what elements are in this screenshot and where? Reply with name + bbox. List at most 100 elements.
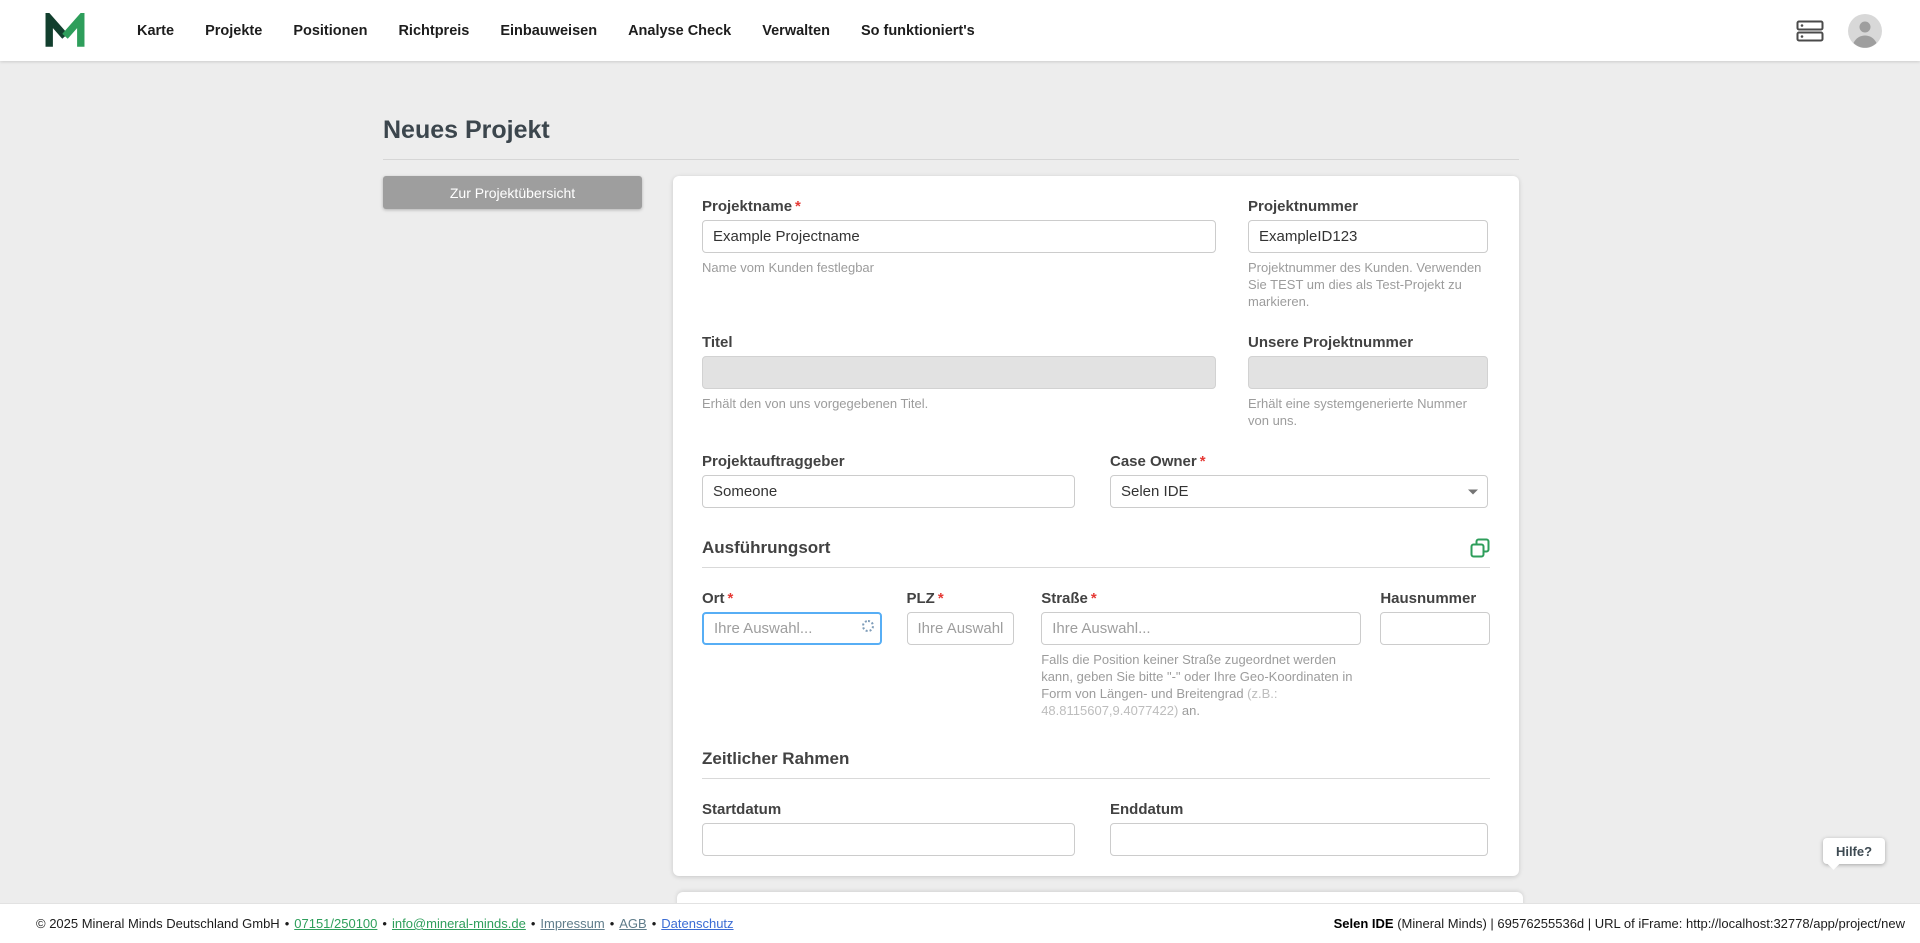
required-asterisk: * <box>937 590 944 607</box>
projektname-label: Projektname * <box>702 198 1216 215</box>
section-zeitlicher-rahmen-title: Zeitlicher Rahmen <box>702 749 850 768</box>
top-navbar: Karte Projekte Positionen Richtpreis Ein… <box>0 0 1920 61</box>
projektauftraggeber-label: Projektauftraggeber <box>702 453 845 470</box>
separator: • <box>530 916 536 931</box>
help-button[interactable]: Hilfe? <box>1823 838 1885 864</box>
section-ausfuehrungsort-title: Ausführungsort <box>702 538 831 557</box>
section-ausfuehrungsort-header: Ausführungsort <box>702 538 1490 568</box>
field-strasse: Straße* Falls die Position keiner Straße… <box>1041 590 1362 719</box>
nav-item-analyse-check[interactable]: Analyse Check <box>628 23 731 39</box>
footer-agb-link[interactable]: AGB <box>619 916 646 931</box>
nav-item-einbauweisen[interactable]: Einbauweisen <box>500 23 597 39</box>
form-row-name-number: Projektname* Name vom Kunden festlegbar … <box>702 198 1490 310</box>
projektauftraggeber-input[interactable] <box>702 475 1075 508</box>
titel-input <box>702 356 1216 389</box>
footer-datenschutz-link[interactable]: Datenschutz <box>661 916 733 931</box>
section-zeitlicher-rahmen-header: Zeitlicher Rahmen <box>702 749 1490 779</box>
nav-item-karte[interactable]: Karte <box>137 23 174 39</box>
projektname-label-text: Projektname <box>702 198 793 215</box>
required-asterisk: * <box>727 590 734 607</box>
hausnummer-label: Hausnummer <box>1380 590 1477 607</box>
strasse-helper-main: Falls die Position keiner Straße zugeord… <box>1041 652 1353 701</box>
footer-session-details: (Mineral Minds) | 69576255536d | URL of … <box>1393 916 1905 931</box>
strasse-helper-suffix: an. <box>1178 703 1200 718</box>
mineral-minds-logo <box>45 8 85 49</box>
strasse-label: Straße * <box>1041 590 1361 607</box>
field-enddatum: Enddatum <box>1110 801 1488 856</box>
chevron-down-icon <box>1468 489 1478 494</box>
footer-left: © 2025 Mineral Minds Deutschland GmbH • 07… <box>36 916 734 931</box>
plz-input[interactable] <box>906 612 1015 645</box>
plz-label-text: PLZ <box>906 590 935 607</box>
unsere-projektnummer-input <box>1248 356 1488 389</box>
field-ort: Ort * <box>702 590 882 645</box>
footer: © 2025 Mineral Minds Deutschland GmbH • 07… <box>0 903 1920 943</box>
projektnummer-input[interactable] <box>1248 220 1488 253</box>
projektnummer-label: Projektnummer <box>1248 198 1359 215</box>
navbar-right <box>1796 13 1882 48</box>
field-hausnummer: Hausnummer <box>1380 590 1490 645</box>
field-plz: PLZ * <box>906 590 1015 645</box>
case-owner-label-text: Case Owner <box>1110 453 1197 470</box>
nav-item-verwalten[interactable]: Verwalten <box>762 23 830 39</box>
ort-label: Ort * <box>702 590 882 607</box>
unsere-projektnummer-label: Unsere Projektnummer <box>1248 334 1414 351</box>
form-row-auftraggeber-owner: Projektauftraggeber Case Owner* Selen ID… <box>702 453 1490 508</box>
field-startdatum: Startdatum <box>702 801 1075 856</box>
titel-helper: Erhält den von uns vorgegebenen Titel. <box>702 396 929 411</box>
projektname-input[interactable] <box>702 220 1216 253</box>
new-project-form-card: Projektname* Name vom Kunden festlegbar … <box>673 176 1519 876</box>
strasse-label-text: Straße <box>1041 590 1088 607</box>
ort-label-text: Ort <box>702 590 725 607</box>
separator: • <box>609 916 615 931</box>
field-unsere-projektnummer: Unsere Projektnummer Erhält eine systemg… <box>1248 334 1488 429</box>
strasse-helper: Falls die Position keiner Straße zugeord… <box>1041 651 1361 719</box>
field-case-owner: Case Owner * Selen IDE <box>1110 453 1488 508</box>
back-to-project-overview-button[interactable]: Zur Projektübersicht <box>383 176 642 209</box>
form-row-dates: Startdatum Enddatum <box>702 801 1490 856</box>
unsere-projektnummer-helper: Erhält eine systemgenerierte Nummer von … <box>1248 396 1467 428</box>
separator: • <box>382 916 387 931</box>
plz-label: PLZ * <box>907 590 1015 607</box>
footer-email-link[interactable]: info@mineral-minds.de <box>392 916 526 931</box>
main-nav: Karte Projekte Positionen Richtpreis Ein… <box>137 23 975 39</box>
footer-user-name: Selen IDE <box>1333 916 1394 931</box>
case-owner-selected-value: Selen IDE <box>1121 483 1189 500</box>
footer-phone-link[interactable]: 07151/250100 <box>294 916 377 931</box>
footer-impressum-link[interactable]: Impressum <box>540 916 604 931</box>
case-owner-select[interactable]: Selen IDE <box>1110 475 1488 508</box>
footer-session-info: Selen IDE (Mineral Minds) | 69576255536d… <box>1334 916 1905 931</box>
copy-icon[interactable] <box>1470 538 1490 558</box>
footer-copyright: © 2025 Mineral Minds Deutschland GmbH <box>36 916 280 931</box>
case-owner-label: Case Owner * <box>1110 453 1488 470</box>
field-projektnummer: Projektnummer Projektnummer des Kunden. … <box>1248 198 1488 310</box>
required-asterisk: * <box>795 198 801 215</box>
nav-item-projekte[interactable]: Projekte <box>205 23 262 39</box>
enddatum-label: Enddatum <box>1110 801 1184 818</box>
page-title: Neues Projekt <box>383 116 550 144</box>
enddatum-input[interactable] <box>1110 823 1488 856</box>
projektname-helper: Name vom Kunden festlegbar <box>702 260 874 275</box>
field-projektauftraggeber: Projektauftraggeber <box>702 453 1075 508</box>
server-icon[interactable] <box>1796 20 1824 42</box>
startdatum-input[interactable] <box>702 823 1075 856</box>
required-asterisk: * <box>1090 590 1097 607</box>
hausnummer-input[interactable] <box>1380 612 1490 645</box>
separator: • <box>651 916 657 931</box>
titel-label: Titel <box>702 334 733 351</box>
field-titel: Titel Erhält den von uns vorgegebenen Ti… <box>702 334 1216 429</box>
form-row-titel: Titel Erhält den von uns vorgegebenen Ti… <box>702 334 1490 429</box>
form-row-address: Ort* PLZ* <box>702 590 1490 719</box>
required-asterisk: * <box>1199 453 1206 470</box>
nav-item-so-funktionierts[interactable]: So funktioniert's <box>861 23 975 39</box>
loading-spinner-icon <box>861 620 874 632</box>
ort-input[interactable] <box>702 612 882 645</box>
nav-item-positionen[interactable]: Positionen <box>293 23 367 39</box>
projektnummer-helper: Projektnummer des Kunden. Verwenden Sie … <box>1248 260 1482 309</box>
strasse-input[interactable] <box>1041 612 1362 645</box>
user-avatar-icon[interactable] <box>1848 13 1882 48</box>
nav-item-richtpreis[interactable]: Richtpreis <box>398 23 469 39</box>
separator: • <box>284 916 290 931</box>
main-content: Neues Projekt Zur Projektübersicht Proje… <box>0 61 1920 903</box>
title-divider <box>383 159 1519 160</box>
